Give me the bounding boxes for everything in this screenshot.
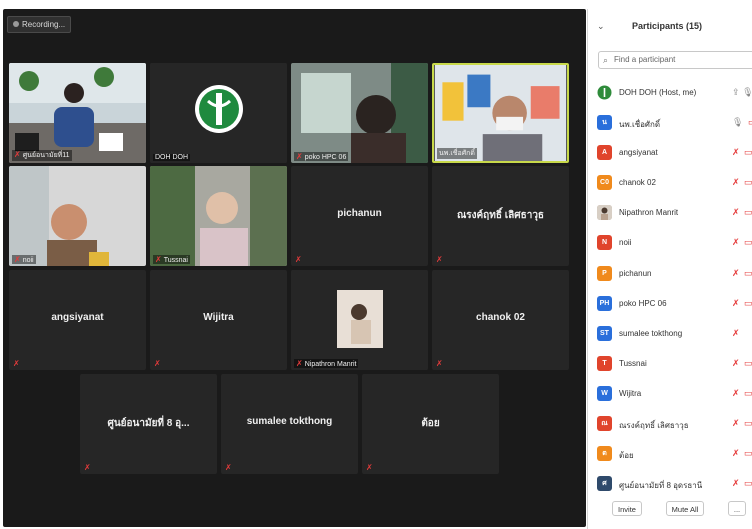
chevron-down-icon[interactable]: ⌄ [597,21,605,32]
mic-muted-icon: ✗ ▭ [732,387,752,398]
avatar: ST [597,325,612,341]
avatar: N [597,235,612,251]
participant-label: ✗ Tussnai [153,255,190,264]
video-tile[interactable]: sumalee tokthong ✗ [221,374,358,474]
mic-muted-icon: ✗ ▭ [732,478,752,489]
mic-muted-icon: ✗ ▭ [732,357,752,368]
participant-row[interactable]: DOH DOH (Host, me) ⇪ 🎙 ▭ [588,79,752,109]
video-tile[interactable]: Wijitra ✗ [150,270,287,370]
video-tile[interactable]: DOH DOH [150,63,287,163]
participant-row[interactable]: C0 chanok 02 ✗ ▭ [588,169,752,199]
mic-muted-icon: ✗ [84,463,91,472]
video-tile[interactable]: chanok 02 ✗ [432,270,569,370]
mic-muted-icon: ✗ [155,255,162,264]
mic-muted-icon: ✗ [295,255,302,264]
avatar: ศ [597,476,612,492]
participant-row[interactable]: ณ ณรงค์ฤทธิ์ เลิศธาวุธ ✗ ▭ [588,410,752,440]
participant-video [434,65,567,161]
participant-video [9,63,146,163]
doh-logo-image [150,63,287,163]
avatar: W [597,385,612,401]
participant-row[interactable]: T Tussnai ✗ ▭ [588,350,752,380]
participants-panel: ⌄ Participants (15) ⌕ Find a participant… [587,9,752,529]
participant-row[interactable]: W Wijitra ✗ ▭ [588,380,752,410]
avatar: A [597,145,612,161]
video-tile[interactable]: ✗ Tussnai [150,166,287,266]
avatar [597,85,612,100]
mic-muted-icon: ✗ [366,463,373,472]
participant-label: ✗ noii [12,255,36,264]
participant-list: DOH DOH (Host, me) ⇪ 🎙 ▭ น นพ.เชื่อศักดิ… [588,79,752,500]
participant-row[interactable]: N noii ✗ ▭ [588,229,752,259]
mic-muted-icon: ✗ [296,359,303,368]
avatar: ณ [597,416,612,432]
participant-label: ✗ ศูนย์อนามัยที่11 [12,150,72,161]
mic-muted-icon: ✗ ▭ [732,177,752,188]
participant-row[interactable]: น นพ.เชื่อศักดิ์ 🎙 ▭ [588,109,752,139]
mic-muted-icon: ✗ ▭ [732,207,752,218]
participant-video [9,166,146,266]
panel-header: ⌄ Participants (15) [588,9,752,43]
avatar: T [597,355,612,371]
search-icon: ⌕ [603,55,609,65]
avatar: ต [597,446,612,462]
avatar: C0 [597,175,612,191]
participant-profile-photo [291,270,428,370]
participant-row[interactable]: A angsiyanat ✗ ▭ [588,139,752,169]
video-gallery: Recording... ✗ศูนย์อนามัยที่11 DOH DOH [3,9,586,527]
participant-label: DOH DOH [153,154,191,161]
mic-muted-icon: ✗ [732,327,740,338]
mic-muted-icon: ✗ [225,463,232,472]
participant-row[interactable]: PH poko HPC 06 ✗ ▭ [588,290,752,320]
participant-video [150,166,287,266]
avatar: PH [597,295,612,311]
avatar [597,205,612,221]
more-options-button[interactable]: ... [728,501,746,516]
recording-indicator[interactable]: Recording... [7,16,71,33]
participant-label: ✗ Nipathron Manrit [294,359,359,368]
avatar: น [597,115,612,131]
mic-muted-icon: ✗ ▭ [732,297,752,308]
video-tile[interactable]: ณรงค์ฤทธิ์ เลิศธาวุธ ✗ [432,166,569,266]
mic-muted-icon: ✗ [436,359,443,368]
mic-muted-icon: ✗ [154,359,161,368]
video-tile[interactable]: ศูนย์อนามัยที่ 8 อุ... ✗ [80,374,217,474]
participant-label: นพ.เชื่อศักดิ์ [437,148,477,159]
mic-muted-icon: ✗ ▭ [732,237,752,248]
panel-footer: Invite Mute All ... [588,497,752,521]
participant-row[interactable]: ST sumalee tokthong ✗ [588,320,752,350]
mic-muted-icon: ✗ ▭ [732,267,752,278]
video-tile[interactable]: ✗ poko HPC 06 [291,63,428,163]
panel-title: Participants (15) [632,21,703,31]
mic-muted-icon: ✗ ▭ [732,448,752,459]
mic-muted-icon: ✗ [436,255,443,264]
participant-status-icons: ⇪ 🎙 ▭ [732,87,752,97]
participant-row[interactable]: ศ ศูนย์อนามัยที่ 8 อุดรธานี ✗ ▭ [588,470,752,500]
video-tile[interactable]: angsiyanat ✗ [9,270,146,370]
video-tile-active-speaker[interactable]: นพ.เชื่อศักดิ์ [432,63,569,163]
avatar: P [597,265,612,281]
search-input[interactable]: ⌕ Find a participant [598,51,752,69]
participant-label: ✗ poko HPC 06 [294,152,349,161]
mic-muted-icon: ✗ ▭ [732,147,752,158]
video-tile[interactable]: ต้อย ✗ [362,374,499,474]
video-tile[interactable]: ✗ ศูนย์อนามัยที่11 [9,63,146,163]
participant-row[interactable]: Nipathron Manrit ✗ ▭ [588,199,752,229]
mic-muted-icon: ✗ [13,359,20,368]
participant-row[interactable]: ต ต้อย ✗ ▭ [588,440,752,470]
participant-status-icons: 🎙 ▭ [732,117,752,128]
mic-muted-icon: ✗ [296,152,303,161]
video-tile[interactable]: ✗ noii [9,166,146,266]
mic-muted-icon: ✗ ▭ [732,418,752,429]
mic-muted-icon: ✗ [14,150,21,159]
record-icon [13,21,19,27]
video-tile[interactable]: ✗ Nipathron Manrit [291,270,428,370]
participant-video [291,63,428,163]
invite-button[interactable]: Invite [612,501,642,516]
participant-row[interactable]: P pichanun ✗ ▭ [588,260,752,290]
video-tile[interactable]: pichanun ✗ [291,166,428,266]
mute-all-button[interactable]: Mute All [666,501,704,516]
mic-muted-icon: ✗ [14,255,21,264]
